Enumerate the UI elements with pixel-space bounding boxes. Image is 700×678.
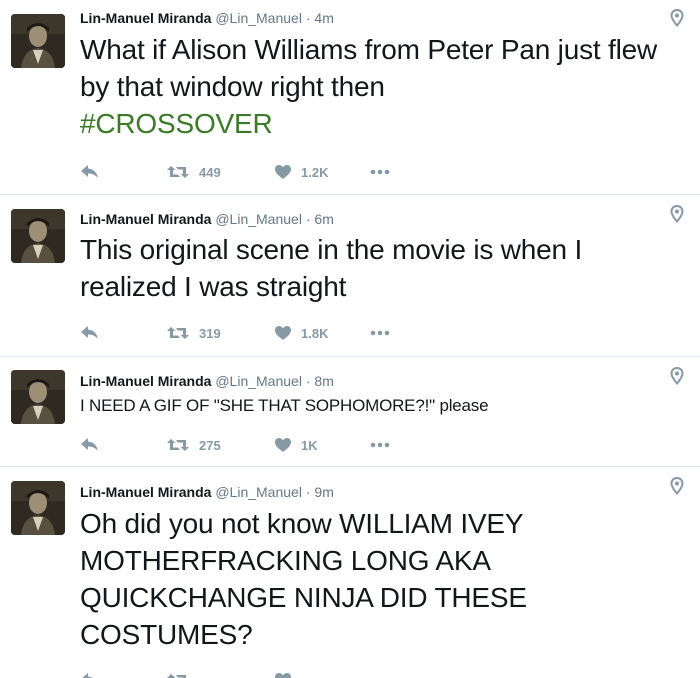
location-pin-icon[interactable] bbox=[670, 476, 684, 496]
more-dots-icon bbox=[370, 330, 390, 336]
retweet-icon bbox=[167, 439, 189, 451]
separator-dot: · bbox=[305, 211, 311, 227]
more-button[interactable] bbox=[370, 435, 390, 455]
separator-dot: · bbox=[305, 484, 311, 500]
tweet-actions bbox=[80, 670, 420, 678]
author-name[interactable]: Lin-Manuel Miranda bbox=[80, 10, 211, 26]
tweet-header: Lin-Manuel Miranda @Lin_Manuel · 9m bbox=[80, 484, 334, 500]
separator-dot: · bbox=[305, 373, 311, 389]
retweet-icon bbox=[167, 674, 186, 678]
avatar[interactable] bbox=[11, 370, 65, 424]
hashtag-link[interactable]: #CROSSOVER bbox=[80, 108, 273, 139]
separator-dot: · bbox=[305, 10, 311, 26]
more-button[interactable] bbox=[370, 323, 390, 343]
reply-button[interactable] bbox=[80, 670, 100, 678]
author-name[interactable]: Lin-Manuel Miranda bbox=[80, 211, 211, 227]
reply-button[interactable] bbox=[80, 435, 100, 455]
author-handle[interactable]: @Lin_Manuel bbox=[215, 211, 302, 227]
retweet-icon bbox=[167, 327, 189, 339]
author-handle[interactable]: @Lin_Manuel bbox=[215, 484, 302, 500]
heart-icon bbox=[275, 326, 291, 340]
tweet-text: What if Alison Williams from Peter Pan j… bbox=[80, 31, 660, 142]
tweet-header: Lin-Manuel Miranda @Lin_Manuel · 6m bbox=[80, 211, 334, 227]
like-count: 1.8K bbox=[301, 325, 329, 341]
tweet[interactable]: Lin-Manuel Miranda @Lin_Manuel · 4m What… bbox=[0, 0, 700, 195]
heart-icon bbox=[275, 673, 291, 678]
retweet-count: 319 bbox=[199, 325, 221, 341]
timestamp[interactable]: 9m bbox=[314, 484, 333, 500]
tweet[interactable]: Lin-Manuel Miranda @Lin_Manuel · 8m I NE… bbox=[0, 357, 700, 467]
tweet-header: Lin-Manuel Miranda @Lin_Manuel · 4m bbox=[80, 10, 334, 26]
timestamp[interactable]: 6m bbox=[314, 211, 333, 227]
timestamp[interactable]: 8m bbox=[314, 373, 333, 389]
tweet-actions: 319 1.8K bbox=[80, 323, 420, 343]
more-button[interactable] bbox=[370, 162, 390, 182]
timestamp[interactable]: 4m bbox=[314, 10, 333, 26]
more-dots-icon bbox=[370, 169, 390, 175]
author-handle[interactable]: @Lin_Manuel bbox=[215, 373, 302, 389]
location-pin-icon[interactable] bbox=[670, 8, 684, 28]
like-button[interactable]: 1.8K bbox=[274, 323, 328, 343]
location-pin-icon[interactable] bbox=[670, 366, 684, 386]
reply-icon bbox=[81, 165, 98, 178]
tweet[interactable]: Lin-Manuel Miranda @Lin_Manuel · 6m This… bbox=[0, 195, 700, 357]
reply-button[interactable] bbox=[80, 323, 100, 343]
like-count: 1K bbox=[301, 437, 318, 453]
like-button[interactable]: 1.2K bbox=[274, 162, 328, 182]
retweet-button[interactable]: 319 bbox=[166, 323, 221, 343]
avatar[interactable] bbox=[11, 14, 65, 68]
like-button[interactable]: 1K bbox=[274, 435, 318, 455]
location-pin-icon[interactable] bbox=[670, 204, 684, 224]
retweet-button[interactable]: 275 bbox=[166, 435, 221, 455]
like-count: 1.2K bbox=[301, 164, 329, 180]
more-dots-icon bbox=[370, 442, 390, 448]
retweet-icon bbox=[167, 166, 189, 178]
tweet-actions: 275 1K bbox=[80, 435, 420, 455]
tweet-header: Lin-Manuel Miranda @Lin_Manuel · 8m bbox=[80, 373, 334, 389]
heart-icon bbox=[275, 438, 291, 452]
avatar[interactable] bbox=[11, 209, 65, 263]
avatar[interactable] bbox=[11, 481, 65, 535]
author-handle[interactable]: @Lin_Manuel bbox=[215, 10, 302, 26]
tweet-text: This original scene in the movie is when… bbox=[80, 234, 583, 302]
reply-icon bbox=[82, 673, 93, 678]
retweet-button[interactable] bbox=[166, 670, 190, 678]
tweet-text: I NEED A GIF OF "SHE THAT SOPHOMORE?!" p… bbox=[80, 396, 489, 415]
tweet-body: What if Alison Williams from Peter Pan j… bbox=[80, 34, 658, 102]
retweet-button[interactable]: 449 bbox=[166, 162, 221, 182]
heart-icon bbox=[275, 165, 291, 179]
tweet-text: Oh did you not know WILLIAM IVEY MOTHERF… bbox=[80, 508, 527, 650]
retweet-count: 275 bbox=[199, 437, 221, 453]
reply-icon bbox=[81, 438, 98, 451]
tweet[interactable]: Lin-Manuel Miranda @Lin_Manuel · 9m Oh d… bbox=[0, 467, 700, 678]
reply-button[interactable] bbox=[80, 162, 100, 182]
author-name[interactable]: Lin-Manuel Miranda bbox=[80, 373, 211, 389]
tweet-actions: 449 1.2K bbox=[80, 162, 420, 182]
author-name[interactable]: Lin-Manuel Miranda bbox=[80, 484, 211, 500]
reply-icon bbox=[81, 326, 98, 339]
retweet-count: 449 bbox=[199, 164, 221, 180]
like-button[interactable] bbox=[274, 670, 292, 678]
